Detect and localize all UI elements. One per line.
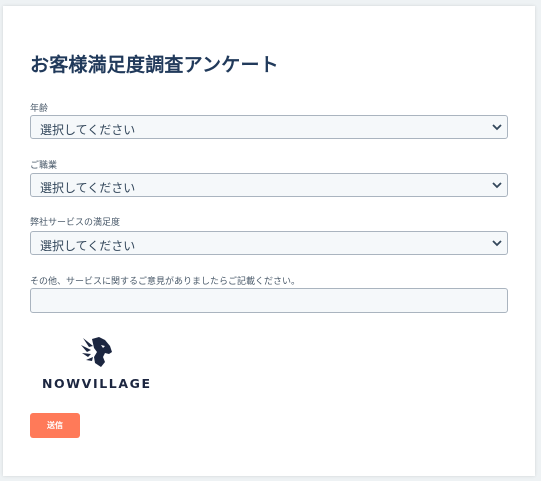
satisfaction-label: 弊社サービスの満足度 bbox=[30, 218, 121, 228]
lion-head-icon bbox=[81, 337, 112, 367]
comment-input[interactable] bbox=[30, 288, 508, 313]
occupation-select-value: 選択してください bbox=[40, 181, 136, 195]
chevron-down-icon bbox=[492, 182, 502, 189]
satisfaction-select[interactable]: 選択してください bbox=[30, 231, 508, 255]
chevron-down-icon bbox=[492, 124, 502, 131]
occupation-select[interactable]: 選択してください bbox=[30, 173, 508, 197]
satisfaction-select-value: 選択してください bbox=[40, 239, 136, 253]
submit-button[interactable]: 送信 bbox=[30, 413, 80, 438]
age-select-value: 選択してください bbox=[40, 123, 136, 137]
comment-label: その他、サービスに関するご意見がありましたらご記載ください。 bbox=[30, 277, 301, 287]
age-label: 年齢 bbox=[30, 104, 49, 114]
age-select[interactable]: 選択してください bbox=[30, 115, 508, 139]
chevron-down-icon bbox=[492, 240, 502, 247]
survey-form-card: お客様満足度調査アンケート 年齢 選択してください ご職業 選択してください 弊… bbox=[3, 6, 535, 476]
logo-text: NOWVILLAGE bbox=[42, 376, 152, 391]
form-title: お客様満足度調査アンケート bbox=[30, 54, 279, 76]
occupation-label: ご職業 bbox=[30, 161, 58, 171]
